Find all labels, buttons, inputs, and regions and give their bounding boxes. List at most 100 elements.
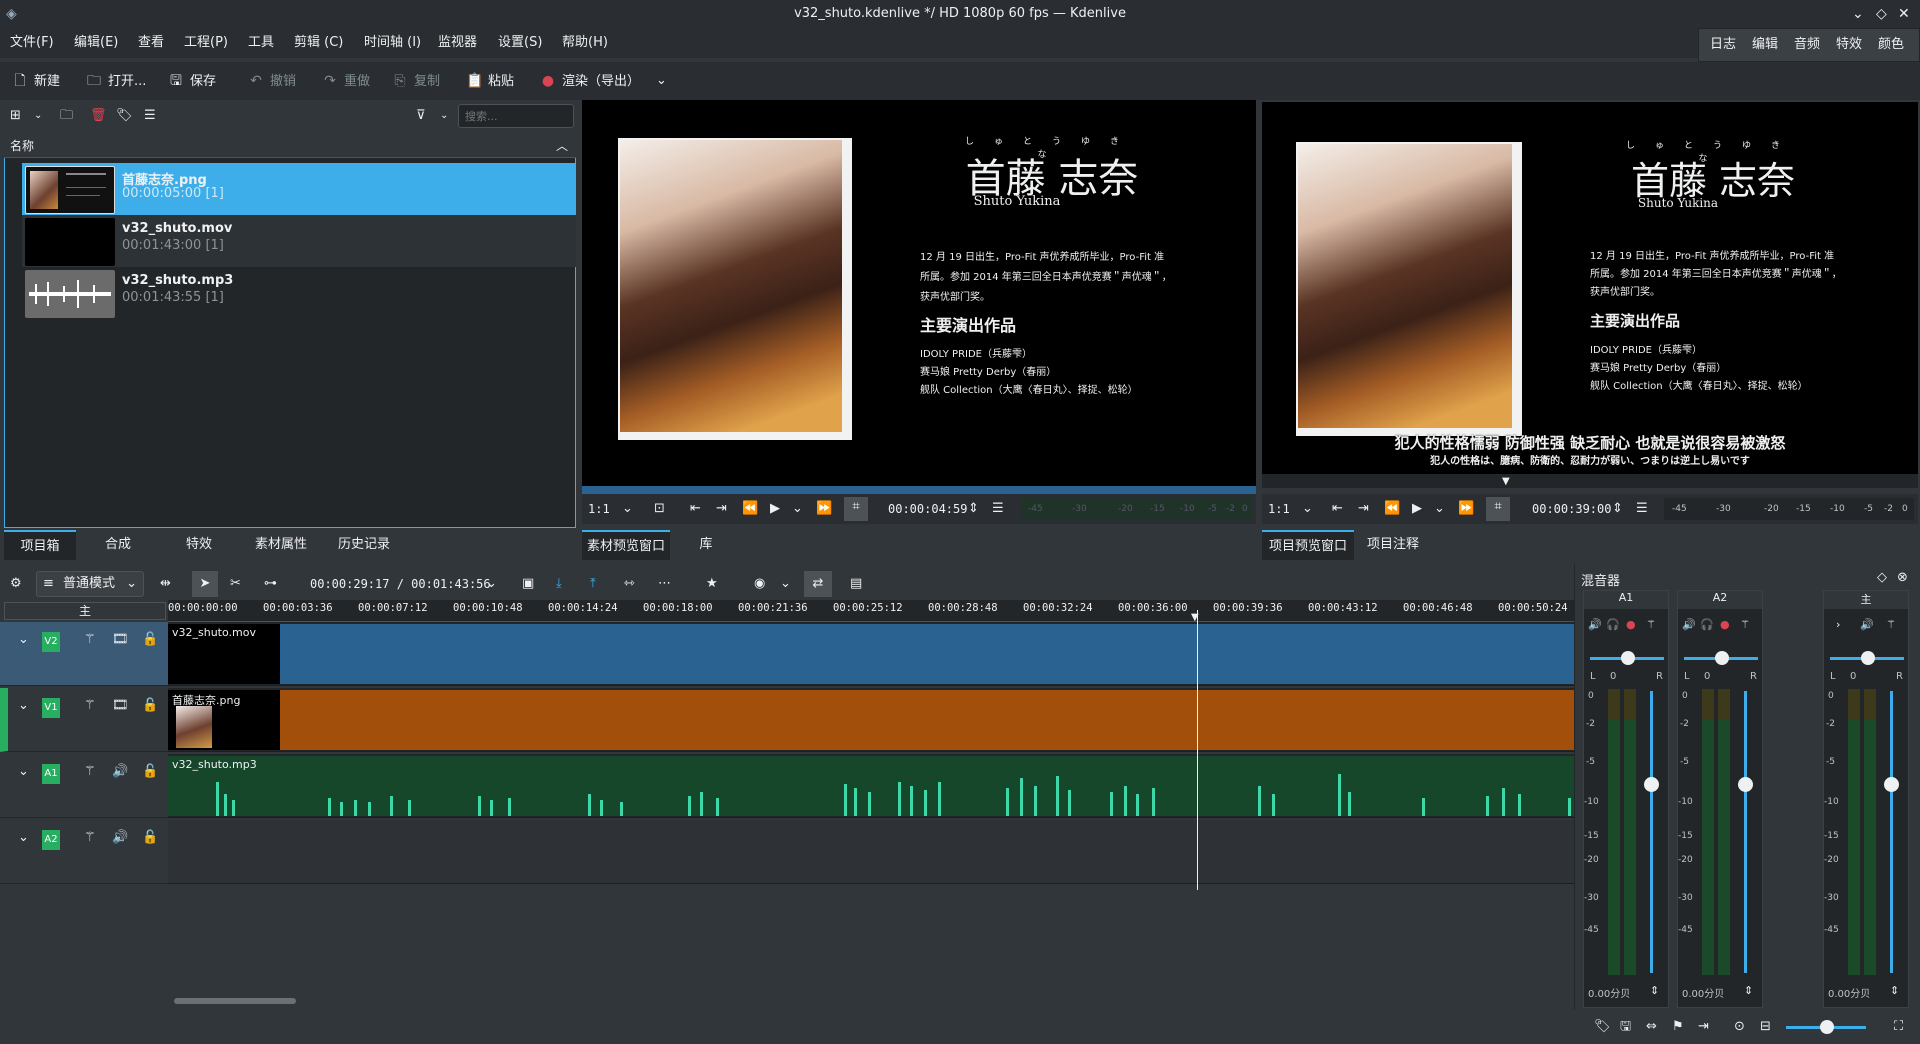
- timecode-spin-icon[interactable]: ⇕: [1612, 499, 1623, 519]
- expand-chevron-icon[interactable]: ›: [1836, 615, 1840, 635]
- lock-icon[interactable]: 🔓: [142, 630, 158, 650]
- tag-icon[interactable]: 🏷: [116, 106, 133, 126]
- volume-level[interactable]: 0.00分贝: [1828, 985, 1870, 1000]
- edit-mode-select[interactable]: ≡ 普通模式 ⌄: [36, 571, 144, 597]
- timeline-ruler[interactable]: 00:00:00:00 00:00:03:36 00:00:07:12 00:0…: [168, 600, 1574, 622]
- zoom-slider[interactable]: [1786, 1020, 1866, 1034]
- razor-tool-icon[interactable]: ✂: [230, 574, 241, 594]
- menu-file[interactable]: 文件(F): [10, 28, 54, 58]
- tag-filter-icon[interactable]: 🏷: [1594, 1017, 1611, 1037]
- subtitle-icon[interactable]: ▤: [850, 574, 862, 594]
- effects-wand-icon[interactable]: ⚚: [1646, 615, 1656, 635]
- set-in-icon[interactable]: ⇤: [1332, 499, 1343, 519]
- close-panel-icon[interactable]: ⊗: [1897, 568, 1908, 588]
- menu-edit[interactable]: 编辑(E): [74, 28, 118, 58]
- fast-forward-icon[interactable]: ⏩: [816, 499, 832, 519]
- tab-library[interactable]: 库: [676, 530, 736, 560]
- frame-icon[interactable]: ⊡: [654, 499, 665, 519]
- play-icon[interactable]: ▶: [770, 499, 780, 519]
- add-clip-chevron-icon[interactable]: ⌄: [34, 106, 42, 126]
- save-button[interactable]: 🖫 保存: [168, 68, 216, 94]
- track-header-a2[interactable]: ⌄ A2 ⚚ 🔊 🔓: [0, 820, 168, 884]
- level-spin-icon[interactable]: ⇕: [1650, 981, 1659, 1001]
- track-settings-icon[interactable]: ⚙: [10, 574, 22, 594]
- play-chevron-icon[interactable]: ⌄: [792, 499, 803, 519]
- volume-level[interactable]: 0.00分贝: [1682, 985, 1724, 1000]
- project-monitor-ruler[interactable]: ▼: [1262, 474, 1918, 488]
- zoom-chevron-icon[interactable]: ⌄: [1302, 499, 1313, 519]
- clip-zoom[interactable]: 1:1: [588, 494, 610, 524]
- volume-fader[interactable]: [1738, 691, 1753, 973]
- bin-search-input[interactable]: [458, 104, 574, 128]
- pan-slider[interactable]: [1830, 651, 1904, 665]
- delete-clip-icon[interactable]: 🗑: [90, 106, 107, 126]
- ripple-icon[interactable]: ⇥: [1698, 1017, 1709, 1037]
- menu-timeline[interactable]: 时间轴 (I): [364, 28, 421, 58]
- overwrite-icon[interactable]: ▣: [522, 574, 534, 594]
- bin-clip-3[interactable]: v32_shuto.mp3 00:01:43:55 [1]: [22, 267, 576, 319]
- overwrite-zone-icon[interactable]: ⤒: [590, 574, 596, 594]
- monitor-menu-icon[interactable]: ☰: [992, 499, 1004, 519]
- zoom-chevron-icon[interactable]: ⌄: [622, 499, 633, 519]
- timeline-scrollbar[interactable]: [174, 998, 296, 1004]
- new-button[interactable]: 🗋 新建: [12, 68, 60, 94]
- workspace-effects[interactable]: 特效: [1833, 32, 1865, 58]
- float-panel-icon[interactable]: ◇: [1877, 568, 1887, 588]
- mute-speaker-icon[interactable]: 🔊: [1682, 615, 1696, 635]
- solo-headphones-icon[interactable]: 🎧: [1606, 615, 1620, 635]
- menu-clip[interactable]: 剪辑 (C): [294, 28, 343, 58]
- track-header-v2[interactable]: ⌄ V2 ⚚ 🎞 🔓: [0, 622, 168, 686]
- tab-clip-monitor[interactable]: 素材预览窗口: [582, 530, 670, 560]
- set-out-icon[interactable]: ⇥: [716, 499, 727, 519]
- hide-video-icon[interactable]: 🎞: [112, 630, 129, 650]
- menu-settings[interactable]: 设置(S): [498, 28, 542, 58]
- lock-icon[interactable]: 🔓: [142, 696, 158, 716]
- track-header-a1[interactable]: ⌄ A1 ⚚ 🔊 🔓: [0, 754, 168, 818]
- playhead-marker-icon[interactable]: ▼: [1191, 612, 1199, 623]
- minimize-icon[interactable]: ⌄: [1852, 0, 1864, 28]
- effects-wand-icon[interactable]: ⚚: [1740, 615, 1750, 635]
- tab-compositions[interactable]: 合成: [80, 530, 156, 560]
- tab-project-notes[interactable]: 项目注释: [1360, 530, 1426, 560]
- bin-clip-2[interactable]: v32_shuto.mov 00:01:43:00 [1]: [22, 215, 576, 267]
- slip-tool-icon[interactable]: ⊶: [264, 574, 277, 594]
- zoom-in-icon[interactable]: ⛶: [1894, 1017, 1903, 1037]
- record-chevron-icon[interactable]: ⌄: [780, 574, 791, 594]
- pan-slider[interactable]: [1590, 651, 1664, 665]
- workspace-color[interactable]: 颜色: [1875, 32, 1907, 58]
- add-clip-icon[interactable]: ⊞: [10, 106, 21, 126]
- tab-undo-history[interactable]: 历史记录: [324, 530, 404, 560]
- track-header-v1[interactable]: ⌄ V1 ⚚ 🎞 🔓: [0, 688, 168, 752]
- close-window-icon[interactable]: ✕: [1898, 0, 1910, 28]
- set-out-icon[interactable]: ⇥: [1358, 499, 1369, 519]
- copy-button[interactable]: ⎘ 复制: [392, 68, 440, 94]
- record-icon[interactable]: ●: [1626, 615, 1636, 635]
- menu-help[interactable]: 帮助(H): [562, 28, 608, 58]
- collapse-chevron-icon[interactable]: ⌄: [18, 762, 29, 782]
- solo-headphones-icon[interactable]: 🎧: [1700, 615, 1714, 635]
- mute-speaker-icon[interactable]: 🔊: [112, 828, 128, 848]
- effects-wand-icon[interactable]: ⚚: [84, 762, 96, 782]
- zoom-out-icon[interactable]: ⊟: [1760, 1017, 1771, 1037]
- record-audio-icon[interactable]: ◉: [754, 574, 765, 594]
- level-spin-icon[interactable]: ⇕: [1890, 981, 1899, 1001]
- open-button[interactable]: 🗀 打开...: [86, 68, 146, 94]
- rewind-icon[interactable]: ⏪: [742, 499, 758, 519]
- effects-wand-icon[interactable]: ⚚: [84, 630, 96, 650]
- clip-timecode[interactable]: 00:00:04:59: [888, 494, 967, 524]
- collapse-chevron-icon[interactable]: ⌄: [18, 696, 29, 716]
- set-in-icon[interactable]: ⇤: [690, 499, 701, 519]
- flag-icon[interactable]: ⚑: [1672, 1017, 1684, 1037]
- play-chevron-icon[interactable]: ⌄: [1434, 499, 1445, 519]
- save-icon[interactable]: 🖫: [1620, 1017, 1631, 1037]
- mute-speaker-icon[interactable]: 🔊: [112, 762, 128, 782]
- timeline-position[interactable]: 00:00:29:17 / 00:01:43:56: [310, 569, 491, 599]
- effects-wand-icon[interactable]: ⚚: [84, 828, 96, 848]
- filter-chevron-icon[interactable]: ⌄: [440, 106, 448, 126]
- timecode-chevron-icon[interactable]: ⌄: [486, 574, 497, 594]
- workspace-audio[interactable]: 音频: [1791, 32, 1823, 58]
- zoom-fit-icon[interactable]: ⊙: [1734, 1017, 1745, 1037]
- playhead-marker-icon[interactable]: ▼: [1502, 476, 1510, 487]
- project-timecode[interactable]: 00:00:39:00: [1532, 494, 1611, 524]
- lock-icon[interactable]: 🔓: [142, 828, 158, 848]
